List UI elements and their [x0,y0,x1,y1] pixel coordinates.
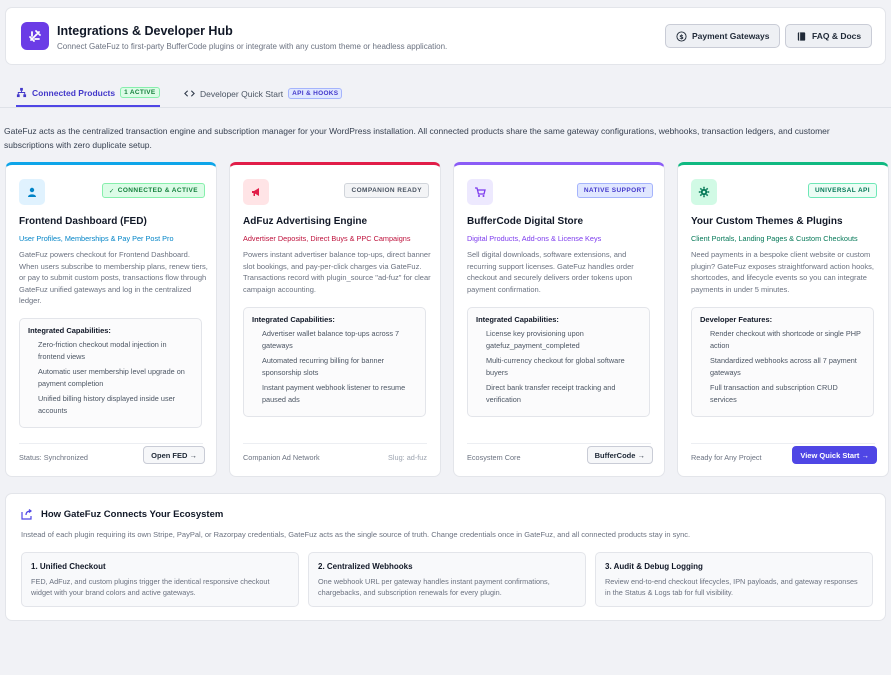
card-divider [691,443,875,444]
card-title: AdFuz Advertising Engine [243,216,368,227]
status-badge: COMPANION READY [344,183,429,198]
card-title: Frontend Dashboard (FED) [19,216,147,227]
gear-icon [691,179,717,205]
capability-item: Instant payment webhook listener to resu… [262,383,406,404]
capability-item: Advertiser wallet balance top-ups across… [262,329,400,350]
card-divider [467,443,651,444]
ecosystem-heading: How GateFuz Connects Your Ecosystem [21,509,223,520]
developer-features-box: Developer Features: Render checkout with… [691,307,874,417]
card-footer-status: Ecosystem Core [467,453,521,462]
card-title: Your Custom Themes & Plugins [691,216,843,227]
view-quick-start-button[interactable]: View Quick Start → [792,446,877,464]
step-audit-logging: 3. Audit & Debug Logging Review end-to-e… [595,552,873,607]
step-centralized-webhooks: 2. Centralized Webhooks One webhook URL … [308,552,586,607]
faq-docs-label: FAQ & Docs [812,31,862,41]
page-subtitle: Connect GateFuz to first-party BufferCod… [57,42,448,51]
step-text: One webhook URL per gateway handles inst… [318,577,550,597]
check-icon: ✓ [108,187,115,195]
product-card-custom: UNIVERSAL API Your Custom Themes & Plugi… [677,162,889,477]
card-divider [243,443,427,444]
card-slug: Slug: ad-fuz [388,453,427,462]
ecosystem-title: How GateFuz Connects Your Ecosystem [41,509,224,520]
svg-text:$: $ [679,32,684,40]
step-title: 2. Centralized Webhooks [318,562,413,571]
dollar-icon: $ [676,30,687,42]
card-description: Need payments in a bespoke client websit… [691,250,875,294]
capability-item: Direct bank transfer receipt tracking an… [486,383,616,404]
step-unified-checkout: 1. Unified Checkout FED, AdFuz, and cust… [21,552,299,607]
capability-item: Automated recurring billing for banner s… [262,356,385,377]
feature-item: Full transaction and subscription CRUD s… [710,383,838,404]
card-subtitle: Client Portals, Landing Pages & Custom C… [691,234,858,243]
card-divider [19,443,203,444]
capabilities-box: Integrated Capabilities: Advertiser wall… [243,307,426,417]
page-title: Integrations & Developer Hub [57,24,233,38]
capability-item: Zero-friction checkout modal injection i… [38,340,167,361]
card-description: Powers instant advertiser balance top-up… [243,250,431,294]
card-description: GateFuz powers checkout for Frontend Das… [19,250,208,305]
card-subtitle: User Profiles, Memberships & Pay Per Pos… [19,234,174,243]
ecosystem-description: Instead of each plugin requiring its own… [21,530,691,539]
feature-item: Render checkout with shortcode or single… [710,329,861,350]
capability-item: Unified billing history displayed inside… [38,394,176,415]
feature-item: Standardized webhooks across all 7 payme… [710,356,857,377]
buffercode-button[interactable]: BufferCode → [586,446,653,464]
payment-gateways-button[interactable]: $ Payment Gateways [665,24,781,48]
step-text: Review end-to-end checkout lifecycles, I… [605,577,858,597]
product-card-adfuz: COMPANION READY AdFuz Advertising Engine… [229,162,441,477]
page-header: Integrations & Developer Hub Connect Gat… [5,7,886,65]
code-icon [184,90,195,97]
api-hooks-badge: API & HOOKS [288,88,343,99]
card-footer-status: Status: Synchronized [19,453,88,462]
step-title: 1. Unified Checkout [31,562,106,571]
intro-text: GateFuz acts as the centralized transact… [4,126,830,150]
ecosystem-panel: How GateFuz Connects Your Ecosystem Inst… [5,493,886,621]
status-badge: UNIVERSAL API [807,183,877,198]
book-icon [797,31,806,41]
step-text: FED, AdFuz, and custom plugins trigger t… [31,577,270,597]
card-footer-status: Ready for Any Project [691,453,762,462]
user-icon [19,179,45,205]
plug-icon [21,22,49,50]
payment-gateways-label: Payment Gateways [692,31,770,41]
tab-developer-quick-start[interactable]: Developer Quick Start API & HOOKS [184,80,343,107]
capabilities-title: Integrated Capabilities: [28,326,111,335]
status-badge: NATIVE SUPPORT [576,183,653,198]
capabilities-box: Integrated Capabilities: Zero-friction c… [19,318,202,428]
sitemap-icon [16,87,27,98]
capabilities-title: Integrated Capabilities: [476,315,559,324]
faq-docs-button[interactable]: FAQ & Docs [785,24,873,48]
tab-developer-label: Developer Quick Start [200,88,284,99]
megaphone-icon [243,179,269,205]
tab-connected-label: Connected Products [32,87,116,98]
product-card-buffercode: NATIVE SUPPORT BufferCode Digital Store … [453,162,665,477]
status-badge: ✓ CONNECTED & ACTIVE [101,183,205,198]
step-title: 3. Audit & Debug Logging [605,562,703,571]
active-count-badge: 1 ACTIVE [120,87,160,98]
capability-item: Multi-currency checkout for global softw… [486,356,625,377]
tab-connected-products[interactable]: Connected Products 1 ACTIVE [16,80,160,107]
card-footer-status: Companion Ad Network [243,453,320,462]
share-icon [21,509,32,520]
cart-icon [467,179,493,205]
card-subtitle: Digital Products, Add-ons & License Keys [467,234,602,243]
card-description: Sell digital downloads, software extensi… [467,250,634,294]
capability-item: License key provisioning upon gatefuz_pa… [486,329,584,350]
status-badge-label: CONNECTED & ACTIVE [117,187,198,194]
capabilities-box: Integrated Capabilities: License key pro… [467,307,650,417]
tab-bar: Connected Products 1 ACTIVE Developer Qu… [0,80,891,108]
capability-item: Automatic user membership level upgrade … [38,367,185,388]
product-card-fed: ✓ CONNECTED & ACTIVE Frontend Dashboard (… [5,162,217,477]
card-title: BufferCode Digital Store [467,216,584,227]
card-subtitle: Advertiser Deposits, Direct Buys & PPC C… [243,234,411,243]
capabilities-title: Integrated Capabilities: [252,315,335,324]
features-title: Developer Features: [700,315,773,324]
open-fed-button[interactable]: Open FED → [143,446,205,464]
